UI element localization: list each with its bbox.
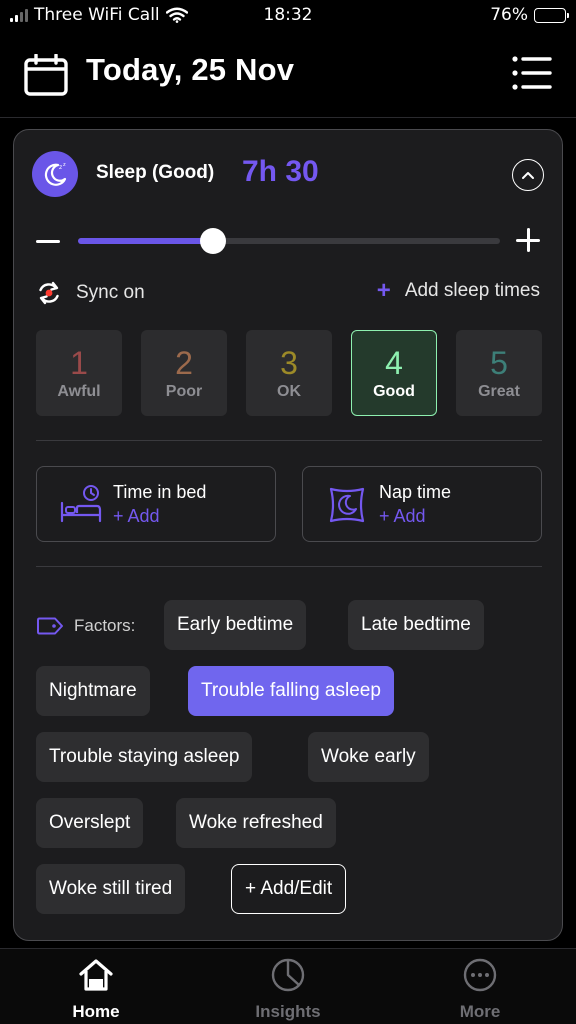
rating-1[interactable]: 1 Awful [36, 330, 122, 416]
rating-number: 3 [280, 345, 298, 381]
sleep-rating-group: 1 Awful 2 Poor 3 OK 4 Good 5 Great [36, 330, 542, 416]
divider [36, 566, 542, 567]
sleep-quality-label: Sleep (Good) [96, 162, 215, 183]
increase-sleep-button[interactable] [516, 228, 542, 254]
pie-chart-icon [271, 958, 305, 992]
bed-clock-icon [60, 485, 102, 523]
collapse-button[interactable] [512, 159, 544, 191]
nap-time-add[interactable]: + Add [379, 506, 426, 527]
slider-thumb[interactable] [200, 228, 227, 254]
factor-chip-trouble-falling-asleep[interactable]: Trouble falling asleep [188, 666, 394, 716]
rating-5[interactable]: 5 Great [456, 330, 542, 416]
moon-icon: z z [44, 162, 67, 186]
plus-icon: + [376, 277, 391, 304]
svg-text:z: z [63, 162, 66, 168]
factors-label: Factors: [74, 616, 136, 635]
rating-number: 4 [385, 345, 403, 381]
status-bar: Three WiFi Call 18:32 76% [0, 0, 576, 34]
sync-icon [39, 281, 59, 305]
svg-text:z: z [59, 164, 62, 171]
slider-fill [78, 238, 214, 244]
rating-number: 2 [175, 345, 193, 381]
rating-label: Awful [57, 383, 101, 400]
chevron-up-icon [522, 172, 534, 179]
divider [36, 440, 542, 441]
factor-chip-early-bedtime[interactable]: Early bedtime [164, 600, 307, 650]
home-icon [79, 959, 113, 991]
factor-chip-late-bedtime[interactable]: Late bedtime [348, 600, 484, 650]
add-edit-factors-button[interactable]: + Add/Edit [231, 864, 347, 914]
calendar-icon[interactable] [24, 54, 68, 96]
tab-home[interactable]: Home [0, 949, 192, 1024]
factor-chip-trouble-staying-asleep[interactable]: Trouble staying asleep [36, 732, 253, 782]
rating-label: Good [373, 383, 415, 400]
battery-icon [534, 7, 569, 23]
tab-label: More [459, 1002, 501, 1021]
time-in-bed-add[interactable]: + Add [113, 506, 160, 527]
more-dots-icon [463, 958, 497, 992]
factor-chip-nightmare[interactable]: Nightmare [36, 666, 150, 716]
rating-4[interactable]: 4 Good [351, 330, 437, 416]
sync-toggle[interactable]: Sync on [36, 280, 145, 306]
factor-chip-overslept[interactable]: Overslept [36, 798, 144, 848]
time-in-bed-label: Time in bed [113, 482, 207, 502]
rating-number: 5 [490, 345, 508, 381]
page-title[interactable]: Today, 25 Nov [86, 52, 294, 88]
rating-2[interactable]: 2 Poor [141, 330, 227, 416]
sleep-duration-slider[interactable] [78, 228, 500, 254]
nap-time-tile[interactable]: Nap time + Add [302, 466, 542, 542]
tab-label: Home [72, 1002, 120, 1021]
factor-chip-woke-early[interactable]: Woke early [308, 732, 429, 782]
battery-status: 76% [490, 5, 569, 25]
tab-insights[interactable]: Insights [192, 949, 384, 1024]
list-menu-icon[interactable] [512, 56, 552, 90]
factors-heading: Factors: [36, 616, 135, 636]
rating-3[interactable]: 3 OK [246, 330, 332, 416]
sleep-badge: z z [32, 151, 78, 197]
app-header: Today, 25 Nov [0, 34, 576, 118]
add-sleep-times-button[interactable]: + Add sleep times [376, 277, 540, 304]
pillow-moon-icon [329, 487, 365, 523]
tag-icon [37, 617, 63, 635]
sync-label: Sync on [76, 282, 145, 303]
sleep-card: z z Sleep (Good) 7h 30 Sync on + Add sle… [13, 129, 563, 941]
time-in-bed-tile[interactable]: Time in bed + Add [36, 466, 276, 542]
factor-chip-woke-still-tired[interactable]: Woke still tired [36, 864, 186, 914]
nap-time-label: Nap time [379, 482, 452, 502]
rating-label: OK [277, 383, 301, 400]
rating-label: Great [478, 383, 520, 400]
tab-label: Insights [255, 1002, 321, 1021]
rating-label: Poor [165, 383, 203, 400]
sleep-duration: 7h 30 [242, 155, 319, 188]
factor-chip-woke-refreshed[interactable]: Woke refreshed [176, 798, 336, 848]
battery-percent: 76% [490, 5, 528, 25]
decrease-sleep-button[interactable] [36, 230, 62, 252]
add-sleep-times-label: Add sleep times [404, 280, 540, 301]
tab-bar: Home Insights More [0, 948, 576, 1024]
tab-more[interactable]: More [384, 949, 576, 1024]
rating-number: 1 [70, 345, 88, 381]
